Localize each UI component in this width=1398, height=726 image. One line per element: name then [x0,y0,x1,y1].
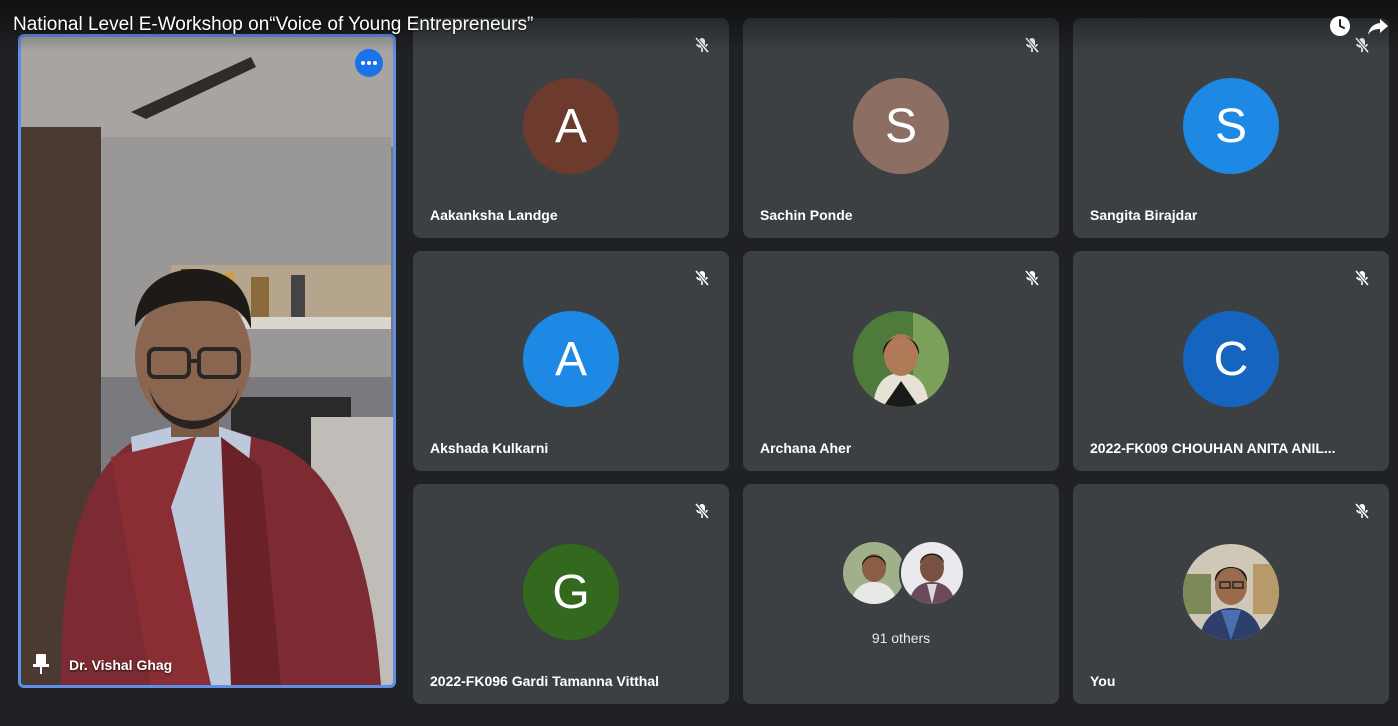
participant-name: Sachin Ponde [760,207,853,223]
avatar: A [523,311,619,407]
participant-tile[interactable]: Archana Aher [743,251,1059,471]
self-tile[interactable]: You [1073,484,1389,704]
mic-off-icon [694,270,710,286]
others-count-label: 91 others [871,630,931,646]
participant-name: 2022-FK096 Gardi Tamanna Vitthal [430,673,660,689]
participant-name: 2022-FK009 CHOUHAN ANITA ANIL... [1090,440,1336,456]
mic-off-icon [1354,270,1370,286]
avatar-photo [899,540,965,606]
clock-icon[interactable] [1328,14,1352,38]
participant-name: Aakanksha Landge [430,207,558,223]
video-title-bar: National Level E-Workshop on“Voice of Yo… [0,0,1398,52]
participant-name: Akshada Kulkarni [430,440,549,456]
avatar-photo [841,540,907,606]
pin-icon[interactable] [31,653,51,675]
avatar: A [523,78,619,174]
presenter-name: Dr. Vishal Ghag [69,657,173,673]
presenter-video-tile[interactable]: Dr. Vishal Ghag [18,34,396,688]
video-title: National Level E-Workshop on“Voice of Yo… [13,14,534,35]
participant-tile[interactable]: C 2022-FK009 CHOUHAN ANITA ANIL... [1073,251,1389,471]
presenter-video-feed [21,37,393,685]
avatar: S [1183,78,1279,174]
avatar-photo [853,311,949,407]
participant-name: Archana Aher [760,440,852,456]
share-icon[interactable] [1366,14,1390,38]
participant-tile[interactable]: A Akshada Kulkarni [413,251,729,471]
participant-name: You [1090,673,1116,689]
avatar: S [853,78,949,174]
bottom-controls-strip [0,704,1398,726]
participant-tile[interactable]: G 2022-FK096 Gardi Tamanna Vitthal [413,484,729,704]
avatar: C [1183,311,1279,407]
mic-off-icon [1024,270,1040,286]
more-options-icon [361,61,377,65]
mic-off-icon [694,503,710,519]
avatar: G [523,544,619,640]
others-tile[interactable]: 91 others [743,484,1059,704]
avatar-photo [1183,544,1279,640]
participant-name: Sangita Birajdar [1090,207,1198,223]
more-options-button[interactable] [355,49,383,77]
mic-off-icon [1354,503,1370,519]
